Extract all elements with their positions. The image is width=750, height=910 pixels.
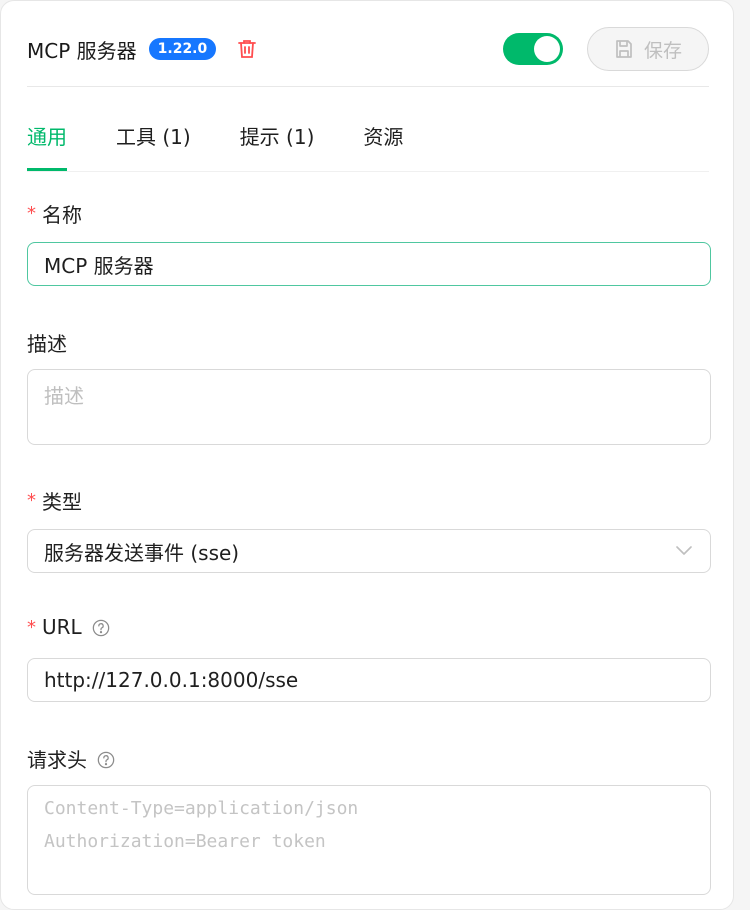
- required-mark: *: [27, 490, 36, 511]
- headers-placeholder-line: Authorization=Bearer token: [44, 831, 326, 852]
- page-title: MCP 服务器: [27, 38, 137, 63]
- url-input-value: http://127.0.0.1:8000/sse: [44, 668, 299, 692]
- tab-resources[interactable]: 资源: [363, 111, 403, 163]
- header-divider: [27, 86, 709, 87]
- version-badge: 1.22.0: [148, 38, 217, 60]
- tab-tools[interactable]: 工具 (1): [116, 111, 191, 163]
- type-select-value: 服务器发送事件 (sse): [44, 540, 240, 565]
- required-mark: *: [27, 203, 36, 224]
- tab-bar: 通用 工具 (1) 提示 (1) 资源: [27, 111, 709, 172]
- save-icon: [614, 39, 634, 59]
- save-label: 保存: [643, 39, 682, 62]
- url-label: * URL: [27, 615, 110, 639]
- type-label: * 类型: [27, 486, 82, 515]
- required-mark: *: [27, 616, 36, 638]
- help-icon[interactable]: [92, 618, 110, 637]
- header: MCP 服务器 1.22.0 保存: [27, 25, 709, 73]
- name-input[interactable]: MCP 服务器: [27, 242, 711, 286]
- chevron-down-icon: [676, 542, 694, 560]
- trash-icon[interactable]: [236, 38, 258, 60]
- description-placeholder: 描述: [44, 384, 84, 408]
- description-textarea[interactable]: 描述: [27, 369, 711, 445]
- name-label-text: 名称: [42, 203, 82, 227]
- save-button[interactable]: 保存: [587, 27, 709, 71]
- type-select[interactable]: 服务器发送事件 (sse): [27, 529, 711, 573]
- description-label-text: 描述: [27, 332, 67, 356]
- toggle-knob: [534, 36, 560, 62]
- mcp-server-settings-card: MCP 服务器 1.22.0 保存 通用 工具 (1) 提示 (1) 资源 *: [0, 0, 734, 910]
- help-icon[interactable]: [97, 750, 115, 768]
- headers-label: 请求头: [27, 744, 115, 773]
- url-label-text: URL: [42, 615, 82, 639]
- name-label: * 名称: [27, 199, 82, 228]
- headers-textarea[interactable]: Content-Type=application/json Authorizat…: [27, 785, 711, 895]
- url-input[interactable]: http://127.0.0.1:8000/sse: [27, 658, 711, 702]
- tab-general[interactable]: 通用: [27, 111, 67, 171]
- headers-placeholder-line: Content-Type=application/json: [44, 798, 359, 819]
- headers-label-text: 请求头: [27, 748, 87, 772]
- tab-prompts[interactable]: 提示 (1): [240, 111, 315, 163]
- type-label-text: 类型: [42, 490, 82, 514]
- name-input-value: MCP 服务器: [44, 253, 154, 278]
- enable-toggle[interactable]: [503, 33, 563, 65]
- description-label: 描述: [27, 328, 67, 357]
